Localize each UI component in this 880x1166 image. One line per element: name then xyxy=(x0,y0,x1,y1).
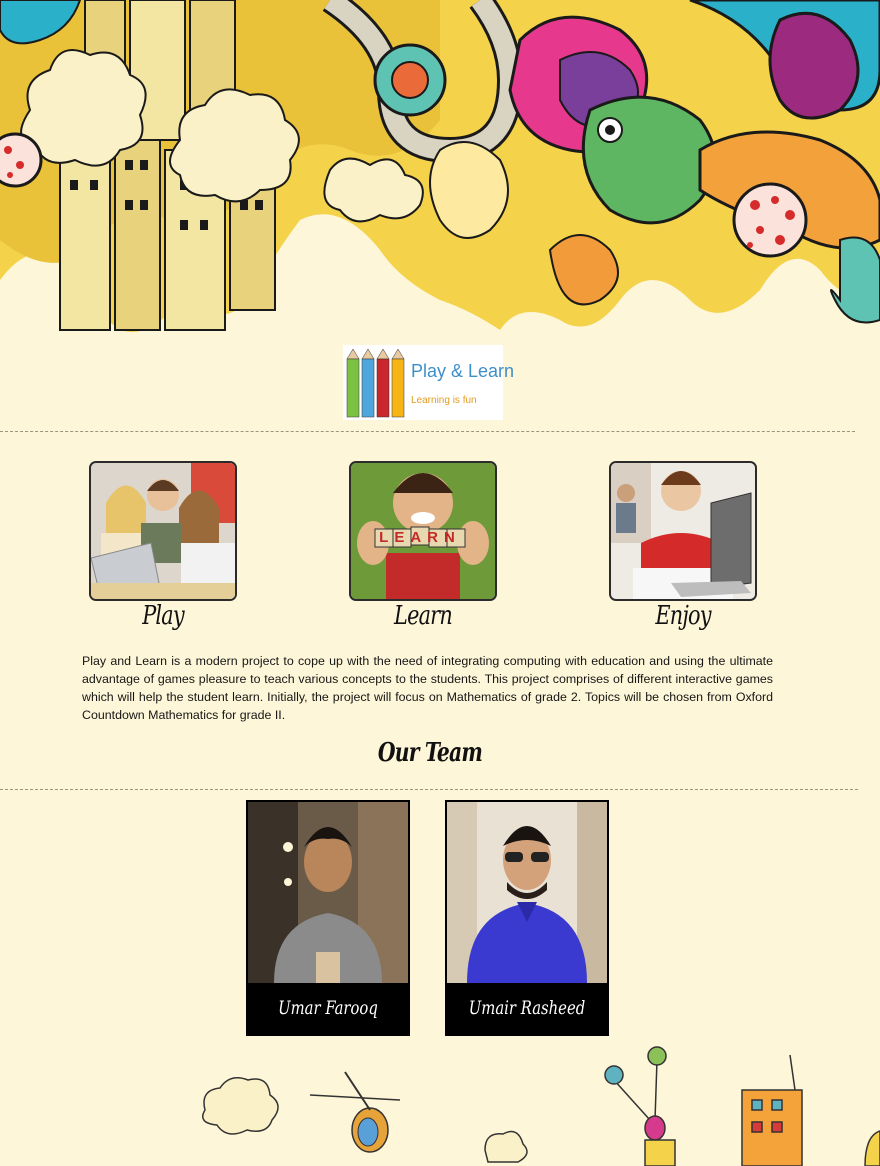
member-name: Umar Farooq xyxy=(278,997,378,1019)
section-divider xyxy=(0,789,858,790)
member-photo xyxy=(248,802,408,983)
feature-enjoy[interactable]: Enjoy xyxy=(609,461,757,631)
feature-play[interactable]: Play xyxy=(89,461,237,631)
header-doodle-illustration xyxy=(0,0,880,340)
learn-blocks-text: LEARN xyxy=(379,529,461,546)
section-divider xyxy=(0,431,855,432)
team-member-card[interactable]: Umar Farooq xyxy=(246,800,410,1036)
enjoy-photo[interactable] xyxy=(609,461,757,601)
logo-tagline: Learning is fun xyxy=(411,395,477,406)
team-member-card[interactable]: Umair Rasheed xyxy=(445,800,609,1036)
feature-label: Play xyxy=(142,601,184,631)
team-heading: Our Team xyxy=(377,738,483,768)
project-description: Play and Learn is a modern project to co… xyxy=(82,654,773,722)
member-name: Umair Rasheed xyxy=(468,997,586,1019)
member-photo xyxy=(447,802,607,983)
feature-learn[interactable]: LEARN Learn xyxy=(349,461,497,631)
pencils-icon xyxy=(346,348,405,418)
play-photo[interactable] xyxy=(89,461,237,601)
learn-photo[interactable]: LEARN xyxy=(349,461,497,601)
feature-label: Enjoy xyxy=(655,601,711,631)
play-and-learn-logo[interactable]: Play & Learn Learning is fun xyxy=(343,345,514,420)
footer-doodle-illustration xyxy=(0,1040,880,1166)
logo-title: Play & Learn xyxy=(411,361,515,381)
feature-label: Learn xyxy=(394,601,453,631)
